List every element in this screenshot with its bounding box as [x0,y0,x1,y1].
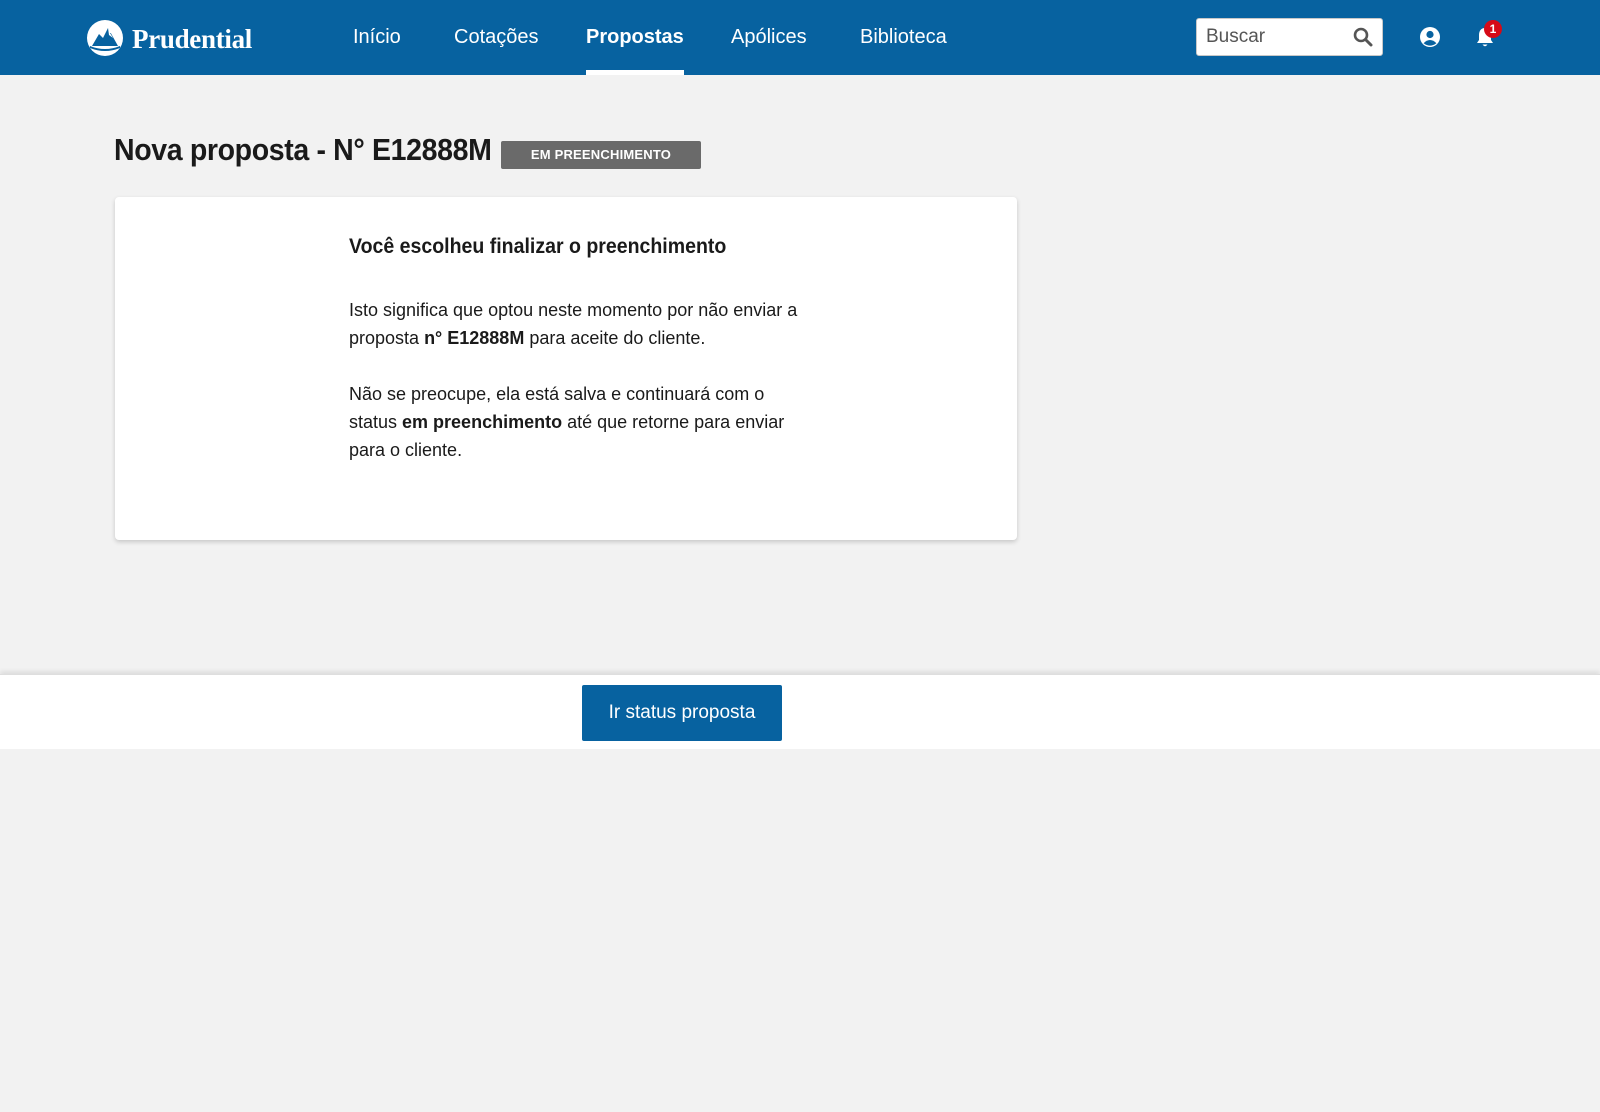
notification-count-badge[interactable]: 1 [1484,20,1502,38]
nav-item-inicio[interactable]: Início [353,0,401,75]
search-input[interactable] [1197,20,1347,54]
card-paragraph-1: Isto significa que optou neste momento p… [349,296,809,352]
card-heading: Você escolheu finalizar o preenchimento [349,235,727,258]
page-title: Nova proposta - N° E12888M [114,132,492,167]
card-paragraph-2: Não se preocupe, ela está salva e contin… [349,380,809,464]
status-emphasis: em preenchimento [402,412,563,432]
action-bar: Ir status proposta [0,674,1600,749]
search-icon[interactable] [1353,27,1373,47]
nav-item-propostas[interactable]: Propostas [586,0,684,75]
brand-name: Prudential [132,23,253,54]
nav-item-biblioteca[interactable]: Biblioteca [860,0,947,75]
brand-logo[interactable]: Prudential [86,18,252,58]
proposal-number: n° E12888M [424,328,525,348]
user-icon[interactable] [1419,26,1441,48]
top-navigation-bar: Prudential Início Cotações Propostas Apó… [0,0,1600,75]
prudential-rock-logo-icon [87,20,123,56]
search-box [1196,18,1383,56]
p1-text-end: para aceite do cliente. [524,328,706,348]
nav-item-apolices[interactable]: Apólices [731,0,807,75]
status-badge: EM PREENCHIMENTO [501,141,701,169]
nav-item-cotacoes[interactable]: Cotações [454,0,539,75]
go-to-proposal-status-button[interactable]: Ir status proposta [582,685,782,741]
confirmation-card: Você escolheu finalizar o preenchimento … [115,197,1017,540]
